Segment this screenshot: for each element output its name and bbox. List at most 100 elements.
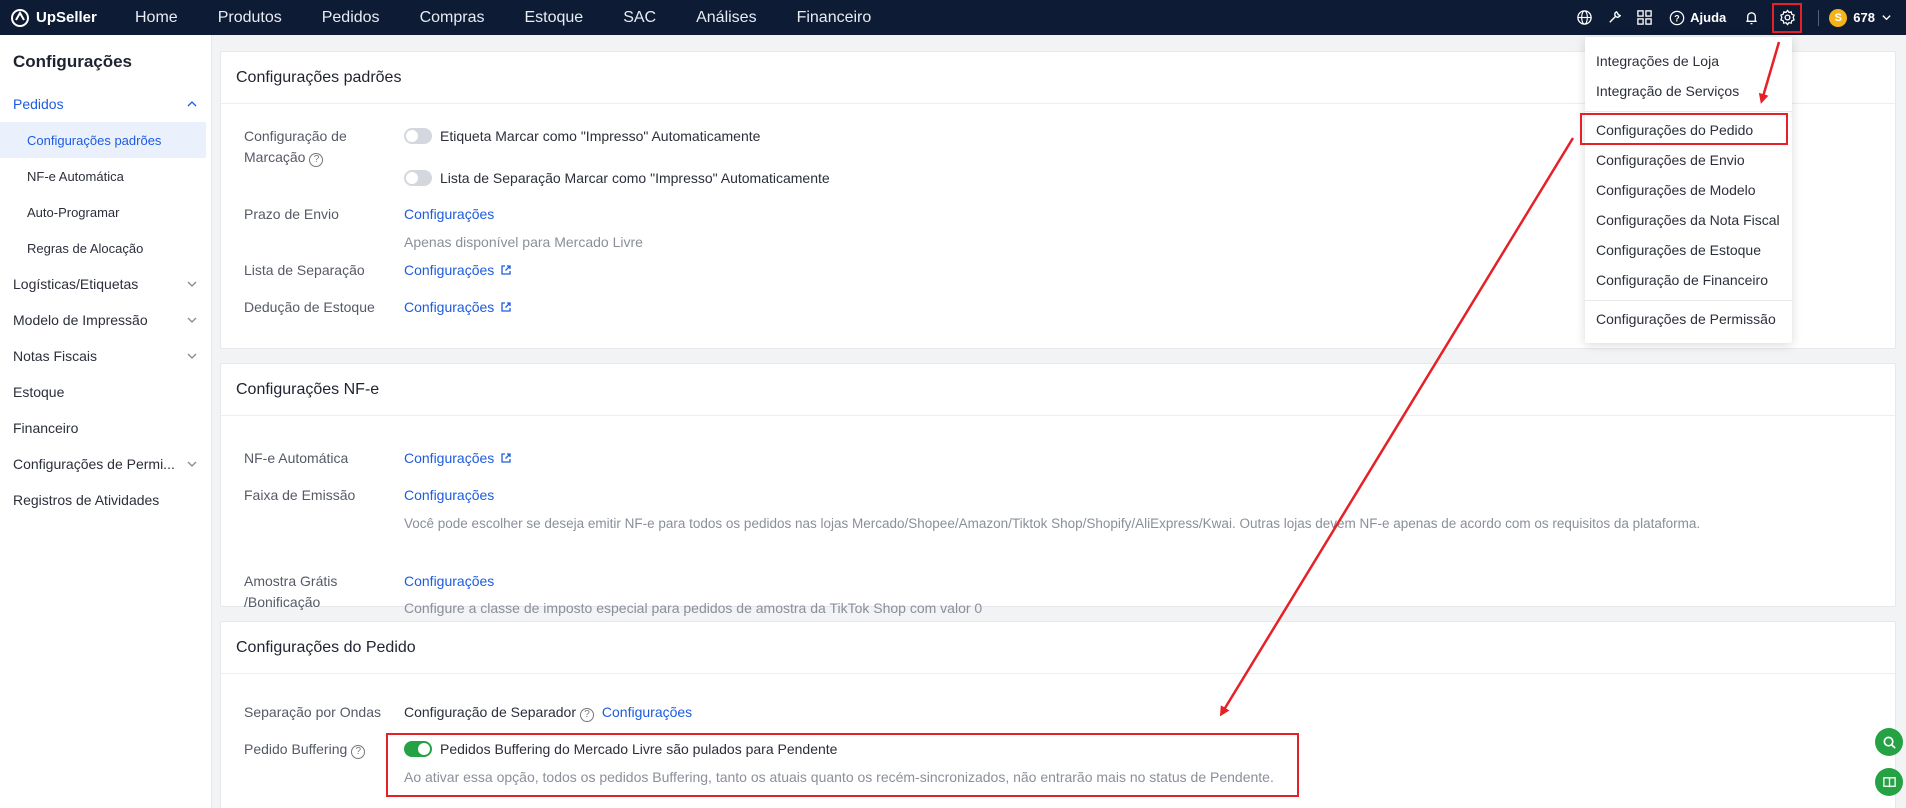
nfe-auto-configuracoes-link[interactable]: Configurações bbox=[404, 448, 512, 469]
nav-estoque[interactable]: Estoque bbox=[504, 9, 603, 27]
bell-icon[interactable] bbox=[1736, 0, 1766, 35]
toggle-row: Etiqueta Marcar como "Impresso" Automati… bbox=[404, 126, 760, 168]
nav-home[interactable]: Home bbox=[118, 9, 198, 27]
ondas-configuracoes-link[interactable]: Configurações bbox=[602, 704, 692, 720]
menu-divider bbox=[1585, 300, 1792, 301]
sidebar-item-nfe-automatica[interactable]: NF-e Automática bbox=[0, 158, 211, 194]
card-configuracoes-nfe: Configurações NF-e NF-e Automática Confi… bbox=[220, 363, 1896, 616]
sidebar-group-label: Logísticas/Etiquetas bbox=[13, 276, 139, 292]
gear-icon bbox=[1779, 9, 1795, 26]
menu-item-configuracoes-estoque[interactable]: Configurações de Estoque bbox=[1596, 242, 1761, 258]
label-line: Marcação bbox=[244, 149, 306, 165]
svg-text:?: ? bbox=[1674, 13, 1679, 23]
card-title: Configurações NF-e bbox=[221, 364, 1895, 416]
label-line: Configuração de bbox=[244, 128, 347, 144]
lista-impresso-toggle[interactable] bbox=[404, 170, 432, 186]
row-faixa-emissao: Faixa de Emissão Configurações Você pode… bbox=[244, 485, 1700, 534]
sidebar-item-estoque[interactable]: Estoque bbox=[0, 374, 211, 410]
row-marcacao: Configuração de Marcação? Etiqueta Marca… bbox=[244, 126, 760, 168]
globe-icon[interactable] bbox=[1569, 0, 1599, 35]
main-nav: Home Produtos Pedidos Compras Estoque SA… bbox=[118, 9, 891, 27]
toggle-label: Etiqueta Marcar como "Impresso" Automati… bbox=[440, 128, 761, 144]
wrench-icon[interactable] bbox=[1599, 0, 1629, 35]
nav-financeiro[interactable]: Financeiro bbox=[777, 9, 892, 27]
brand-logo[interactable]: UpSeller bbox=[0, 8, 118, 28]
sidebar-item-registros[interactable]: Registros de Atividades bbox=[0, 482, 211, 518]
apps-grid-icon[interactable] bbox=[1629, 0, 1659, 35]
lista-configuracoes-link[interactable]: Configurações bbox=[404, 260, 512, 281]
faixa-hint: Você pode escolher se deseja emitir NF-e… bbox=[404, 516, 1701, 531]
nav-pedidos[interactable]: Pedidos bbox=[302, 9, 400, 27]
prazo-configuracoes-link[interactable]: Configurações bbox=[404, 204, 643, 225]
settings-sidebar: Configurações Pedidos Configurações padr… bbox=[0, 35, 212, 808]
sidebar-group-label: Configurações de Permi... bbox=[13, 456, 175, 472]
field-label: Faixa de Emissão bbox=[244, 487, 356, 503]
sidebar-title: Configurações bbox=[13, 52, 133, 71]
upseller-logo-icon bbox=[11, 8, 29, 27]
amostra-configuracoes-link[interactable]: Configurações bbox=[404, 571, 982, 592]
settings-button[interactable] bbox=[1772, 2, 1803, 33]
question-icon[interactable]: ? bbox=[580, 708, 595, 722]
row-separacao-ondas: Separação por Ondas Configuração de Sepa… bbox=[244, 702, 692, 723]
prazo-hint: Apenas disponível para Mercado Livre bbox=[404, 234, 643, 250]
field-label: Configuração de Marcação? bbox=[244, 126, 404, 168]
field-label: Lista de Separação bbox=[244, 262, 365, 278]
link-text: Configurações bbox=[404, 262, 495, 278]
ondas-value: Configuração de Separador? Configurações bbox=[404, 702, 692, 723]
nav-produtos[interactable]: Produtos bbox=[198, 9, 302, 27]
amostra-hint: Configure a classe de imposto especial p… bbox=[404, 600, 983, 616]
floating-search-button[interactable] bbox=[1875, 728, 1903, 756]
label-line: Amostra Grátis bbox=[244, 573, 338, 589]
points-balance[interactable]: S 678 bbox=[1829, 8, 1906, 27]
sidebar-group-permissao[interactable]: Configurações de Permi... bbox=[0, 446, 211, 482]
row-lista-toggle: Lista de Separação Marcar como "Impresso… bbox=[404, 168, 830, 189]
question-icon[interactable]: ? bbox=[351, 745, 366, 759]
external-link-icon bbox=[501, 453, 511, 463]
row-amostra-gratis: Amostra Grátis /Bonificação Configuraçõe… bbox=[244, 571, 982, 619]
help-circle-icon: ? bbox=[1669, 10, 1685, 25]
deducao-configuracoes-link[interactable]: Configurações bbox=[404, 297, 512, 318]
sidebar-item-regras-alocacao[interactable]: Regras de Alocação bbox=[0, 230, 211, 266]
field-label: NF-e Automática bbox=[244, 450, 349, 466]
sidebar-group-modelo-impressao[interactable]: Modelo de Impressão bbox=[0, 302, 211, 338]
chevron-down-icon bbox=[1882, 15, 1891, 21]
sidebar-group-label: Notas Fiscais bbox=[13, 348, 98, 364]
menu-item-configuracoes-nota-fiscal[interactable]: Configurações da Nota Fiscal bbox=[1596, 212, 1780, 228]
menu-item-configuracoes-permissao[interactable]: Configurações de Permissão bbox=[1596, 311, 1776, 327]
chevron-down-icon bbox=[187, 281, 197, 287]
label-line: /Bonificação bbox=[244, 594, 321, 610]
question-icon[interactable]: ? bbox=[309, 153, 324, 167]
top-right-tools: ? Ajuda S 678 bbox=[1569, 0, 1906, 35]
menu-item-integracoes-loja[interactable]: Integrações de Loja bbox=[1596, 53, 1719, 69]
menu-item-integracao-servicos[interactable]: Integração de Serviços bbox=[1596, 83, 1739, 99]
sidebar-group-pedidos[interactable]: Pedidos bbox=[0, 86, 211, 122]
link-text: Configurações bbox=[404, 450, 495, 466]
help-link[interactable]: ? Ajuda bbox=[1659, 10, 1736, 26]
nav-sac[interactable]: SAC bbox=[603, 9, 676, 27]
sidebar-item-configuracoes-padroes[interactable]: Configurações padrões bbox=[0, 122, 206, 158]
search-icon bbox=[1883, 736, 1896, 749]
etiqueta-impresso-toggle[interactable] bbox=[404, 128, 432, 144]
toggle-row: Lista de Separação Marcar como "Impresso… bbox=[404, 168, 830, 189]
sidebar-group-notas-fiscais[interactable]: Notas Fiscais bbox=[0, 338, 211, 374]
sidebar-item-auto-programar[interactable]: Auto-Programar bbox=[0, 194, 211, 230]
faixa-configuracoes-link[interactable]: Configurações bbox=[404, 485, 1700, 506]
sidebar-item-financeiro[interactable]: Financeiro bbox=[0, 410, 211, 446]
menu-item-configuracoes-envio[interactable]: Configurações de Envio bbox=[1596, 152, 1745, 168]
field-label: Pedido Buffering? bbox=[244, 739, 404, 788]
menu-highlight-box bbox=[1580, 113, 1788, 145]
sidebar-group-logisticas[interactable]: Logísticas/Etiquetas bbox=[0, 266, 211, 302]
nav-analises[interactable]: Análises bbox=[676, 9, 776, 27]
menu-divider bbox=[1585, 111, 1792, 112]
divider bbox=[1818, 9, 1820, 26]
field-label: Amostra Grátis /Bonificação bbox=[244, 571, 404, 619]
floating-guide-button[interactable] bbox=[1875, 768, 1903, 796]
card-title: Configurações do Pedido bbox=[221, 622, 1895, 674]
menu-item-configuracoes-modelo[interactable]: Configurações de Modelo bbox=[1596, 182, 1756, 198]
row-nfe-automatica: NF-e Automática Configurações bbox=[244, 448, 512, 469]
menu-item-configuracao-financeiro[interactable]: Configuração de Financeiro bbox=[1596, 272, 1768, 288]
chevron-down-icon bbox=[187, 353, 197, 359]
points-value: 678 bbox=[1853, 10, 1875, 25]
help-label: Ajuda bbox=[1690, 10, 1727, 25]
nav-compras[interactable]: Compras bbox=[400, 9, 505, 27]
